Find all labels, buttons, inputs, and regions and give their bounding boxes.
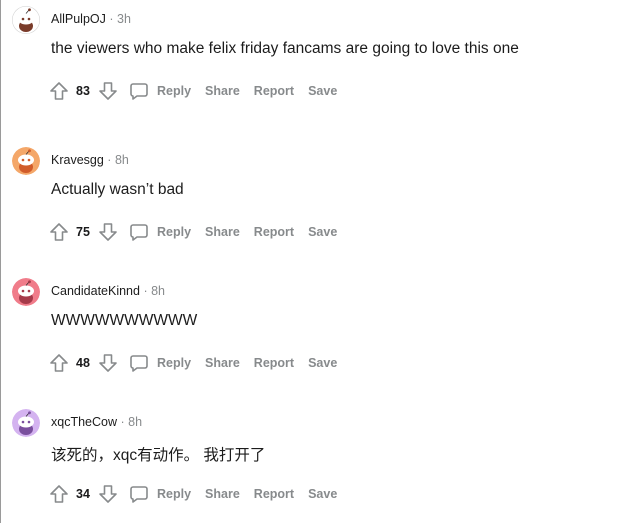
- vote-count: 34: [76, 487, 90, 501]
- comment-actions: 34 Reply Share Report Save: [48, 482, 337, 506]
- reply-button[interactable]: Reply: [129, 222, 191, 242]
- comment-bubble-icon: [130, 83, 148, 100]
- comment-actions: 75 Reply Share Report Save: [48, 220, 337, 244]
- downvote-button[interactable]: [97, 483, 119, 505]
- username[interactable]: Kravesgg: [51, 153, 104, 167]
- share-button[interactable]: Share: [205, 487, 240, 501]
- downvote-button[interactable]: [97, 352, 119, 374]
- reply-label: Reply: [157, 225, 192, 239]
- username[interactable]: xqcTheCow: [51, 415, 117, 429]
- vote-count: 83: [76, 84, 90, 98]
- comment-meta: Kravesgg · 8h: [51, 153, 129, 167]
- vote-count: 48: [76, 356, 90, 370]
- comment-bubble-icon: [130, 355, 148, 372]
- meta-separator: ·: [120, 415, 125, 429]
- reply-button[interactable]: Reply: [129, 81, 191, 101]
- report-button[interactable]: Report: [254, 356, 294, 370]
- reply-button[interactable]: Reply: [129, 484, 191, 504]
- share-button[interactable]: Share: [205, 356, 240, 370]
- username[interactable]: AllPulpOJ: [51, 12, 106, 26]
- meta-separator: ·: [107, 153, 112, 167]
- upvote-arrow-icon: [50, 354, 68, 372]
- snoo-avatar-icon: [12, 147, 40, 175]
- reply-button[interactable]: Reply: [129, 353, 191, 373]
- comment-text: Actually wasn’t bad: [51, 181, 184, 198]
- comment-text: 该死的，xqc有动作。 我打开了: [51, 447, 266, 464]
- meta-separator: ·: [109, 12, 114, 26]
- timestamp[interactable]: 8h: [115, 153, 129, 167]
- vote-count: 75: [76, 225, 90, 239]
- snoo-avatar-icon: [12, 6, 40, 34]
- comment-text: the viewers who make felix friday fancam…: [51, 40, 519, 57]
- snoo-avatar-icon: [12, 409, 40, 437]
- upvote-arrow-icon: [50, 82, 68, 100]
- report-button[interactable]: Report: [254, 487, 294, 501]
- comment-meta: AllPulpOJ · 3h: [51, 12, 131, 26]
- meta-separator: ·: [143, 284, 148, 298]
- upvote-button[interactable]: [48, 80, 70, 102]
- comment-actions: 83 Reply Share Report Save: [48, 79, 337, 103]
- comment-text: WWWWWWWWWW: [51, 312, 198, 329]
- comment-meta: xqcTheCow · 8h: [51, 415, 142, 429]
- timestamp[interactable]: 8h: [151, 284, 165, 298]
- thread-line: [0, 0, 1, 523]
- reply-label: Reply: [157, 356, 192, 370]
- username[interactable]: CandidateKinnd: [51, 284, 140, 298]
- share-button[interactable]: Share: [205, 225, 240, 239]
- save-button[interactable]: Save: [308, 225, 337, 239]
- avatar[interactable]: [12, 6, 40, 34]
- upvote-button[interactable]: [48, 483, 70, 505]
- comment-actions: 48 Reply Share Report Save: [48, 351, 337, 375]
- reply-label: Reply: [157, 84, 192, 98]
- comment-bubble-icon: [130, 486, 148, 503]
- downvote-button[interactable]: [97, 80, 119, 102]
- downvote-arrow-icon: [99, 485, 117, 503]
- report-button[interactable]: Report: [254, 225, 294, 239]
- report-button[interactable]: Report: [254, 84, 294, 98]
- upvote-button[interactable]: [48, 221, 70, 243]
- reply-label: Reply: [157, 487, 192, 501]
- downvote-arrow-icon: [99, 354, 117, 372]
- upvote-button[interactable]: [48, 352, 70, 374]
- downvote-arrow-icon: [99, 223, 117, 241]
- snoo-avatar-icon: [12, 278, 40, 306]
- save-button[interactable]: Save: [308, 84, 337, 98]
- timestamp[interactable]: 8h: [128, 415, 142, 429]
- downvote-button[interactable]: [97, 221, 119, 243]
- save-button[interactable]: Save: [308, 487, 337, 501]
- timestamp[interactable]: 3h: [117, 12, 131, 26]
- save-button[interactable]: Save: [308, 356, 337, 370]
- downvote-arrow-icon: [99, 82, 117, 100]
- upvote-arrow-icon: [50, 223, 68, 241]
- avatar[interactable]: [12, 147, 40, 175]
- comment-bubble-icon: [130, 224, 148, 241]
- share-button[interactable]: Share: [205, 84, 240, 98]
- avatar[interactable]: [12, 409, 40, 437]
- comment-meta: CandidateKinnd · 8h: [51, 284, 165, 298]
- avatar[interactable]: [12, 278, 40, 306]
- upvote-arrow-icon: [50, 485, 68, 503]
